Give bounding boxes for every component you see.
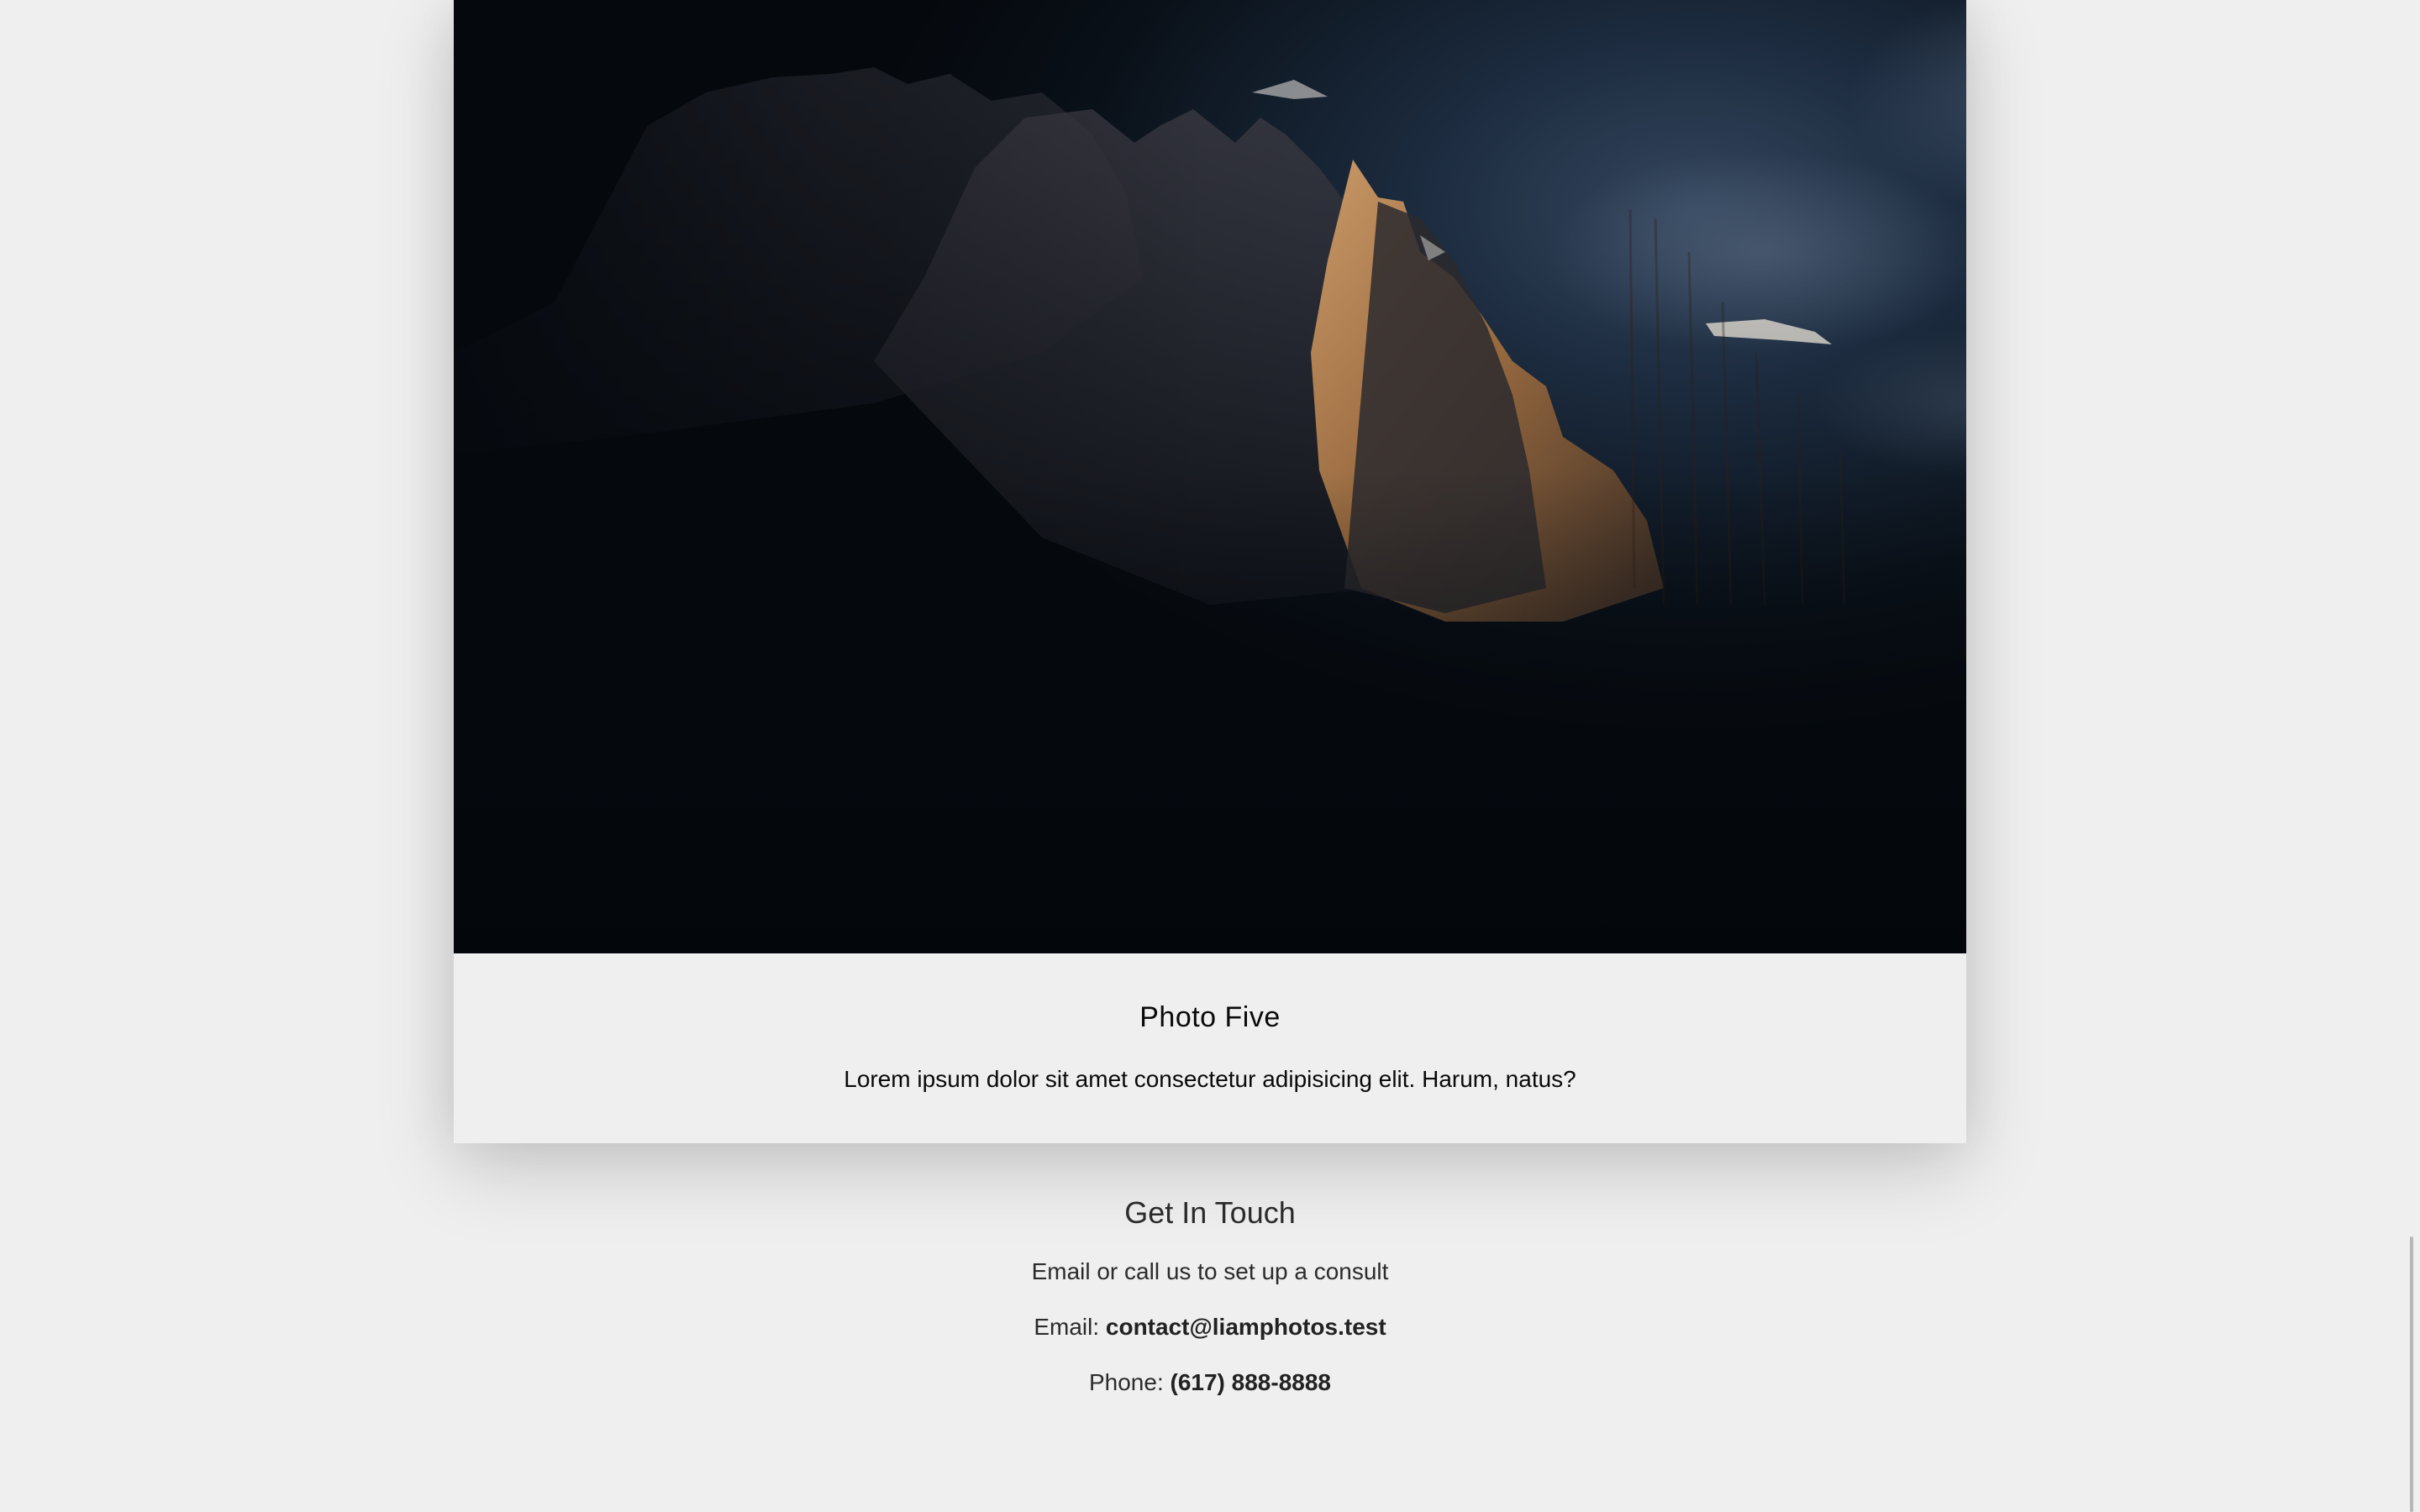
photo-description: Lorem ipsum dolor sit amet consectetur a… <box>844 1066 1576 1092</box>
scrollbar-thumb[interactable] <box>2410 1236 2413 1512</box>
photo-title: Photo Five <box>1139 1001 1281 1033</box>
phone-label: Phone: <box>1088 1369 1171 1395</box>
photo-caption: Photo Five Lorem ipsum dolor sit amet co… <box>454 953 1966 1143</box>
contact-subtitle: Email or call us to set up a consult <box>1031 1258 1389 1284</box>
contact-title: Get In Touch <box>1124 1195 1296 1230</box>
contact-email: Email: contact@liamphotos.test <box>454 1312 1966 1342</box>
email-link[interactable]: contact@liamphotos.test <box>1106 1314 1386 1340</box>
email-label: Email: <box>1034 1314 1106 1340</box>
phone-link[interactable]: (617) 888-8888 <box>1171 1369 1331 1395</box>
photo-card: Photo Five Lorem ipsum dolor sit amet co… <box>454 0 1966 1143</box>
contact-phone: Phone: (617) 888-8888 <box>454 1368 1966 1398</box>
page: Photo Five Lorem ipsum dolor sit amet co… <box>0 0 2420 1512</box>
mountain-photo <box>454 0 1966 953</box>
